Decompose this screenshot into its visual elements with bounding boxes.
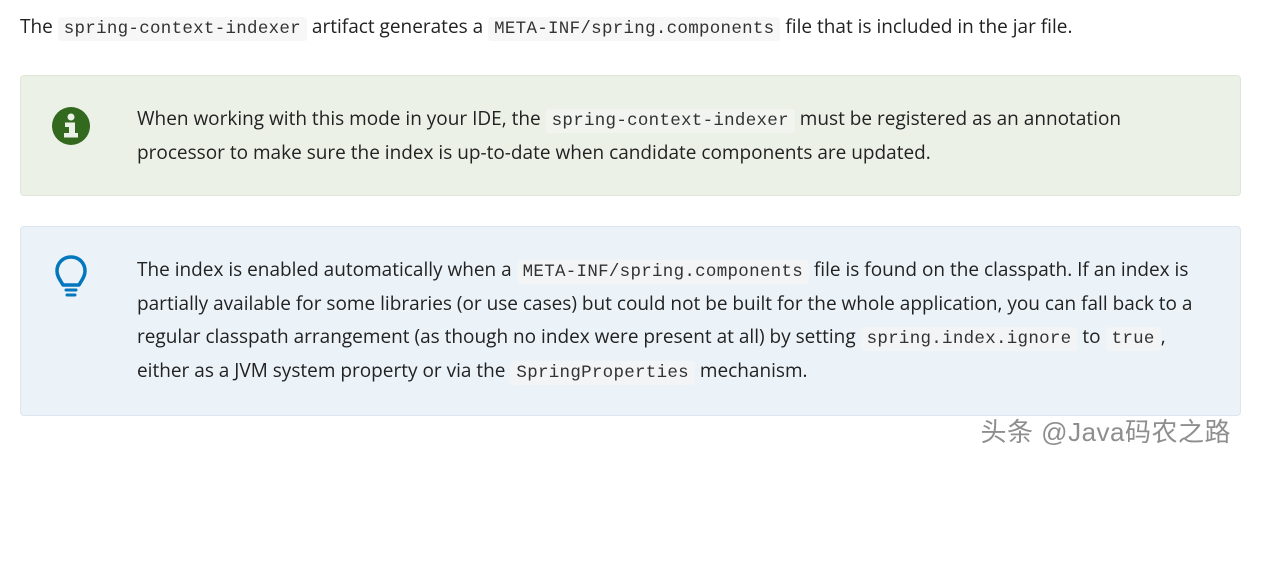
- code-inline: SpringProperties: [510, 361, 695, 385]
- code-inline: true: [1106, 327, 1161, 351]
- lightbulb-icon: [49, 255, 93, 299]
- text: The: [20, 13, 58, 39]
- code-inline: spring-context-indexer: [58, 17, 307, 41]
- text: When working with this mode in your IDE,…: [137, 105, 546, 131]
- text: The index is enabled automatically when …: [137, 256, 517, 282]
- code-inline: spring-context-indexer: [546, 109, 795, 133]
- info-icon: [49, 104, 93, 148]
- text: artifact generates a: [307, 13, 488, 39]
- text: file that is included in the jar file.: [780, 13, 1072, 39]
- info-admonition: When working with this mode in your IDE,…: [20, 75, 1241, 196]
- info-content: When working with this mode in your IDE,…: [137, 102, 1212, 169]
- tip-content: The index is enabled automatically when …: [137, 253, 1212, 389]
- text: to: [1077, 323, 1105, 349]
- code-inline: META-INF/spring.components: [488, 17, 780, 41]
- watermark-text: 头条 @Java码农之路: [980, 410, 1231, 454]
- tip-admonition: The index is enabled automatically when …: [20, 226, 1241, 416]
- intro-paragraph: The spring-context-indexer artifact gene…: [20, 10, 1241, 45]
- spring-properties-link[interactable]: SpringProperties: [510, 357, 695, 383]
- code-inline: META-INF/spring.components: [517, 260, 809, 284]
- text: mechanism.: [695, 357, 808, 383]
- code-inline: spring.index.ignore: [861, 327, 1078, 351]
